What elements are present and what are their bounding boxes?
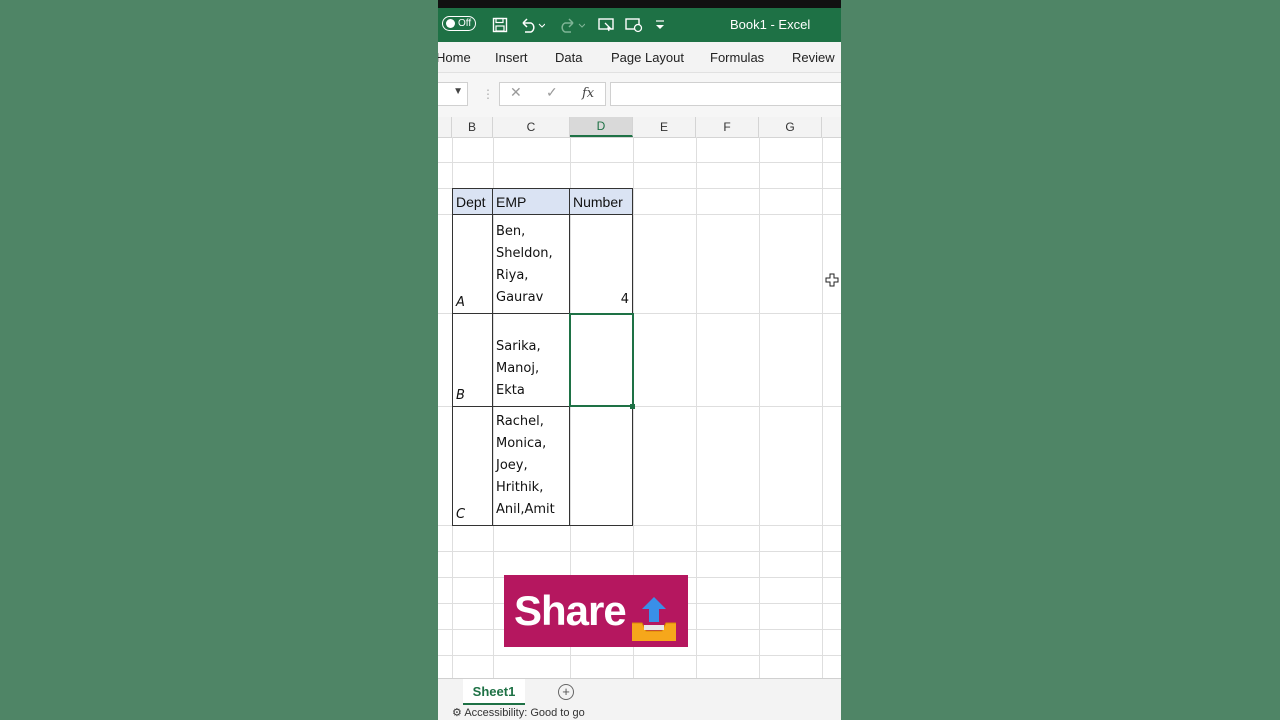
- tab-data[interactable]: Data: [555, 50, 582, 65]
- emp-name: Ekta: [496, 383, 525, 398]
- sheet-tab-sheet1[interactable]: Sheet1: [463, 679, 525, 705]
- add-sheet-icon[interactable]: +: [558, 684, 574, 700]
- tab-home[interactable]: Home: [438, 50, 471, 65]
- title-bar: Off Book1 - Excel: [438, 8, 841, 42]
- header-number[interactable]: Number: [569, 188, 633, 215]
- tab-review[interactable]: Review: [792, 50, 835, 65]
- emp-name: Sheldon,: [496, 246, 553, 261]
- drag-handle-icon: ⋮: [482, 87, 494, 101]
- cell-dept-b[interactable]: B: [452, 313, 493, 407]
- column-header-e[interactable]: E: [633, 117, 696, 137]
- accessibility-status[interactable]: Accessibility: Good to go: [464, 707, 584, 719]
- presenter-icon[interactable]: [596, 14, 616, 36]
- confirm-icon[interactable]: ✓: [546, 84, 558, 101]
- cell-emp-c[interactable]: Rachel, Monica, Joey, Hrithik, Anil,Amit: [492, 406, 570, 526]
- insert-function-icon[interactable]: fx: [582, 86, 594, 101]
- column-header-b[interactable]: B: [452, 117, 493, 137]
- formula-controls: ✕ ✓ fx: [499, 82, 606, 106]
- sheet-tabs-bar: Sheet1 +: [438, 678, 841, 707]
- emp-name: Gaurav: [496, 290, 544, 305]
- tab-insert[interactable]: Insert: [495, 50, 528, 65]
- column-header-d[interactable]: D: [570, 117, 633, 137]
- emp-name: Manoj,: [496, 361, 540, 376]
- emp-name: Anil,Amit: [496, 502, 555, 517]
- cancel-icon[interactable]: ✕: [510, 84, 522, 101]
- cell-number-c[interactable]: [569, 406, 633, 526]
- status-bar: ⚙ Accessibility: Good to go: [438, 706, 841, 720]
- upload-icon: [632, 597, 676, 641]
- name-box[interactable]: ▼: [438, 82, 468, 106]
- toggle-knob: [446, 19, 455, 28]
- chevron-down-icon[interactable]: ▼: [453, 86, 463, 97]
- emp-name: Joey,: [496, 458, 528, 473]
- touch-mode-icon[interactable]: [624, 14, 644, 36]
- column-headers: B C D E F G: [438, 117, 841, 138]
- emp-name: Riya,: [496, 268, 529, 283]
- column-header-partial[interactable]: [438, 117, 452, 137]
- emp-name: Hrithik,: [496, 480, 544, 495]
- emp-name: Ben,: [496, 224, 526, 239]
- cell-dept-a[interactable]: A: [452, 214, 493, 314]
- redo-icon[interactable]: [558, 14, 586, 36]
- undo-icon[interactable]: [518, 14, 546, 36]
- cell-dept-c[interactable]: C: [452, 406, 493, 526]
- share-label: Share: [514, 587, 627, 634]
- header-emp[interactable]: EMP: [492, 188, 570, 215]
- excel-window: Off Book1 - Excel Home Insert Data Page …: [438, 0, 841, 720]
- status-strip: [438, 0, 841, 8]
- tab-page-layout[interactable]: Page Layout: [611, 50, 684, 65]
- selected-cell-outline[interactable]: [569, 313, 634, 407]
- autosave-label: Off: [458, 18, 472, 29]
- save-icon[interactable]: [490, 14, 510, 36]
- cell-number-a[interactable]: 4: [569, 214, 633, 314]
- column-header-f[interactable]: F: [696, 117, 759, 137]
- fill-handle[interactable]: [630, 404, 635, 409]
- move-cursor-icon: [825, 273, 839, 287]
- ribbon-tabs: Home Insert Data Page Layout Formulas Re…: [438, 42, 841, 73]
- cell-emp-a[interactable]: Ben, Sheldon, Riya, Gaurav: [492, 214, 570, 314]
- column-header-c[interactable]: C: [493, 117, 570, 137]
- window-title: Book1 - Excel: [730, 17, 811, 32]
- share-banner[interactable]: Share: [504, 575, 688, 647]
- cell-emp-b[interactable]: Sarika, Manoj, Ekta: [492, 313, 570, 407]
- formula-input[interactable]: [610, 82, 841, 106]
- emp-name: Sarika,: [496, 339, 541, 354]
- customize-toolbar-icon[interactable]: [652, 14, 668, 36]
- tab-formulas[interactable]: Formulas: [710, 50, 764, 65]
- column-header-g[interactable]: G: [759, 117, 822, 137]
- emp-name: Monica,: [496, 436, 547, 451]
- header-dept[interactable]: Dept: [452, 188, 493, 215]
- formula-bar: ▼ ⋮ ✕ ✓ fx: [438, 73, 841, 117]
- accessibility-icon[interactable]: ⚙: [452, 707, 462, 719]
- emp-name: Rachel,: [496, 414, 544, 429]
- autosave-toggle[interactable]: Off: [442, 16, 476, 31]
